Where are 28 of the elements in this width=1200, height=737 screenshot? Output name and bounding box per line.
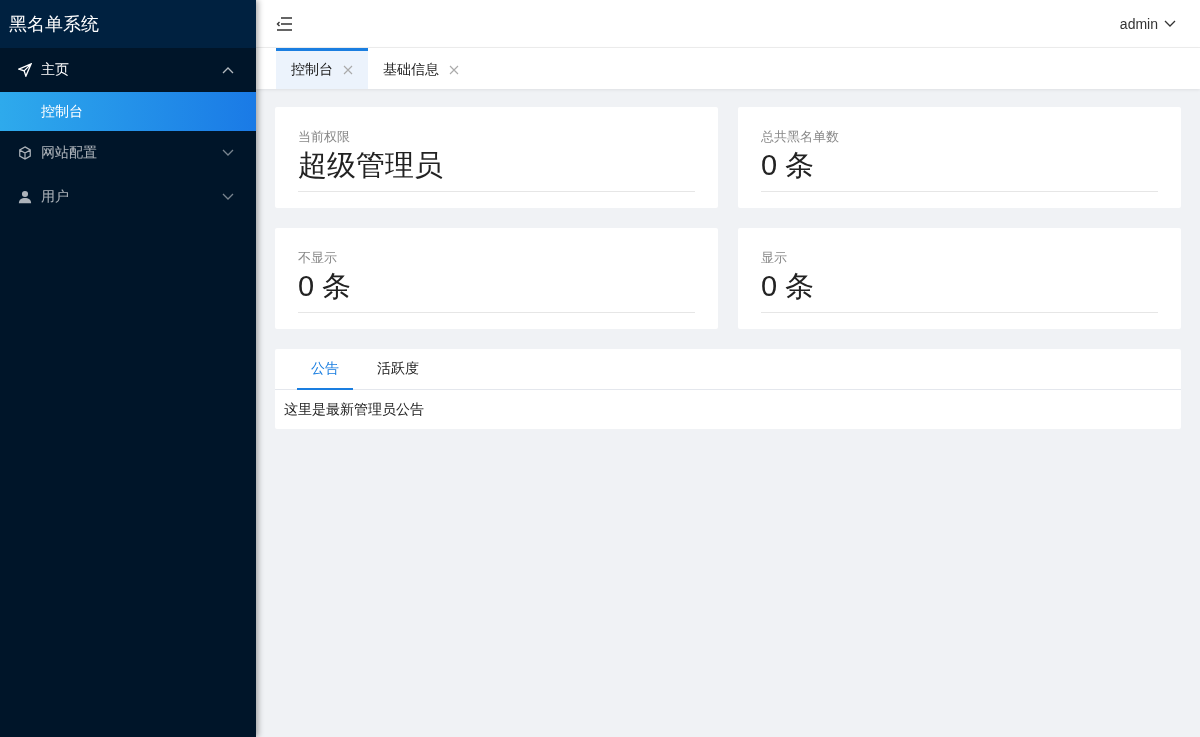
cube-icon <box>18 146 32 160</box>
stat-label: 不显示 <box>298 249 338 267</box>
stat-value: 0 条 <box>761 147 1158 192</box>
page-tab[interactable]: 基础信息 <box>368 48 474 89</box>
chevron-icon <box>1164 19 1176 28</box>
app-title: 黑名单系统 <box>0 0 256 48</box>
chevron-icon <box>222 149 234 157</box>
stat-label: 当前权限 <box>298 128 351 146</box>
notice-tab[interactable]: 活跃度 <box>363 349 433 390</box>
stat-value: 超级管理员 <box>298 147 695 192</box>
notice-text: 这里是最新管理员公告 <box>283 400 425 419</box>
sidebar-menu-item[interactable]: 主页 <box>0 48 256 92</box>
sidebar-menu-item[interactable]: 用户 <box>0 175 256 219</box>
chevron-icon <box>222 66 234 74</box>
chevron-icon <box>222 193 234 201</box>
stat-value: 0 条 <box>298 268 695 313</box>
stat-label: 显示 <box>761 249 788 267</box>
stat-value: 0 条 <box>761 268 1158 313</box>
sidebar-menu-item[interactable]: 网站配置 <box>0 131 256 175</box>
user-icon <box>18 190 32 204</box>
page-tab[interactable]: 控制台 <box>276 48 368 89</box>
paper-plane-icon <box>18 63 32 77</box>
menu-fold-icon[interactable] <box>276 16 293 31</box>
close-icon[interactable] <box>343 65 353 75</box>
close-icon[interactable] <box>449 65 459 75</box>
stat-label: 总共黑名单数 <box>761 128 840 146</box>
notice-tab[interactable]: 公告 <box>297 349 353 390</box>
user-menu[interactable]: admin <box>1119 15 1176 32</box>
